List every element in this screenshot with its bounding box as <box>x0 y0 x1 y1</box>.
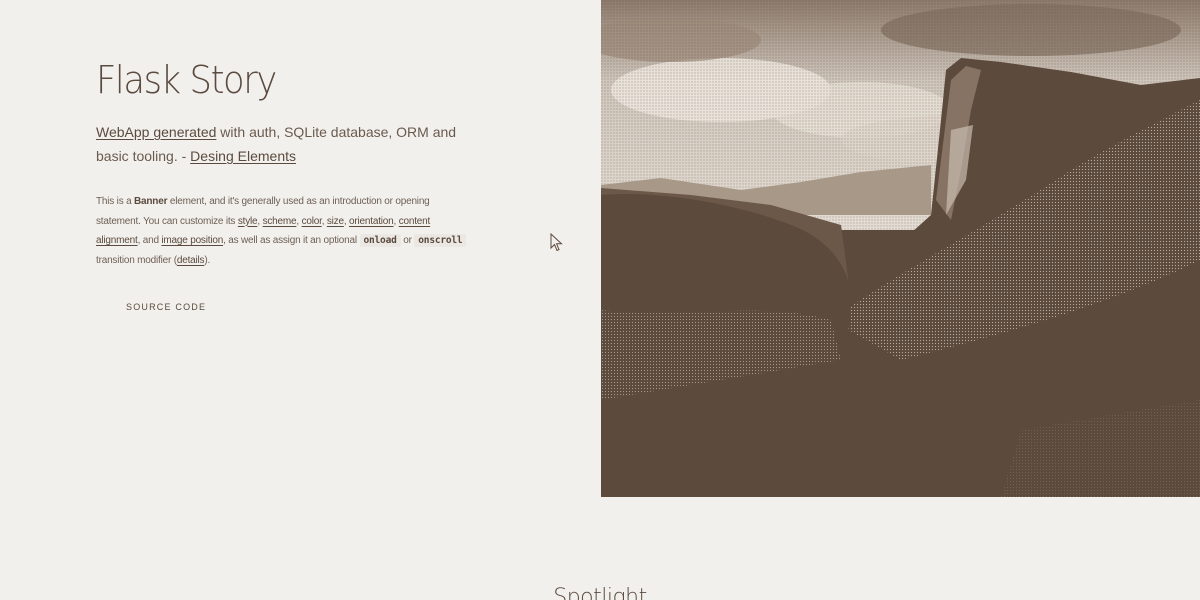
design-elements-link[interactable]: Desing Elements <box>190 148 296 164</box>
desc-text: This is a <box>96 196 135 207</box>
mouse-cursor-icon <box>550 233 563 252</box>
page: Flask Story WebApp generated with auth, … <box>0 0 1200 600</box>
desc-text: , and <box>137 235 162 246</box>
mountain-landscape-image <box>601 0 1200 497</box>
onload-code: onload <box>359 234 401 247</box>
desc-text: ). <box>204 254 211 266</box>
size-link[interactable]: size <box>327 216 344 227</box>
desc-text: or <box>400 235 415 246</box>
banner-subtitle: WebApp generated with auth, SQLite datab… <box>96 120 481 168</box>
spotlight-heading: Spotlight <box>553 585 647 600</box>
webapp-generated-link[interactable]: WebApp generated <box>96 124 216 140</box>
color-link[interactable]: color <box>302 216 322 227</box>
page-title: Flask Story <box>96 58 277 102</box>
source-code-button[interactable]: Source Code <box>126 302 206 312</box>
details-link[interactable]: details <box>177 255 205 266</box>
image-position-link[interactable]: image position <box>161 235 223 246</box>
desc-text: , as well as assign it an optional <box>223 235 360 246</box>
desc-text: transition modifier ( <box>96 254 177 266</box>
landscape-illustration <box>601 0 1200 497</box>
banner-description: This is a Banner element, and it's gener… <box>96 192 476 270</box>
orientation-link[interactable]: orientation <box>349 216 394 227</box>
banner-content: Flask Story WebApp generated with auth, … <box>96 58 476 315</box>
scheme-link[interactable]: scheme <box>263 216 297 227</box>
style-link[interactable]: style <box>238 216 258 227</box>
onscroll-code: onscroll <box>414 234 467 247</box>
desc-strong: Banner <box>134 196 168 207</box>
